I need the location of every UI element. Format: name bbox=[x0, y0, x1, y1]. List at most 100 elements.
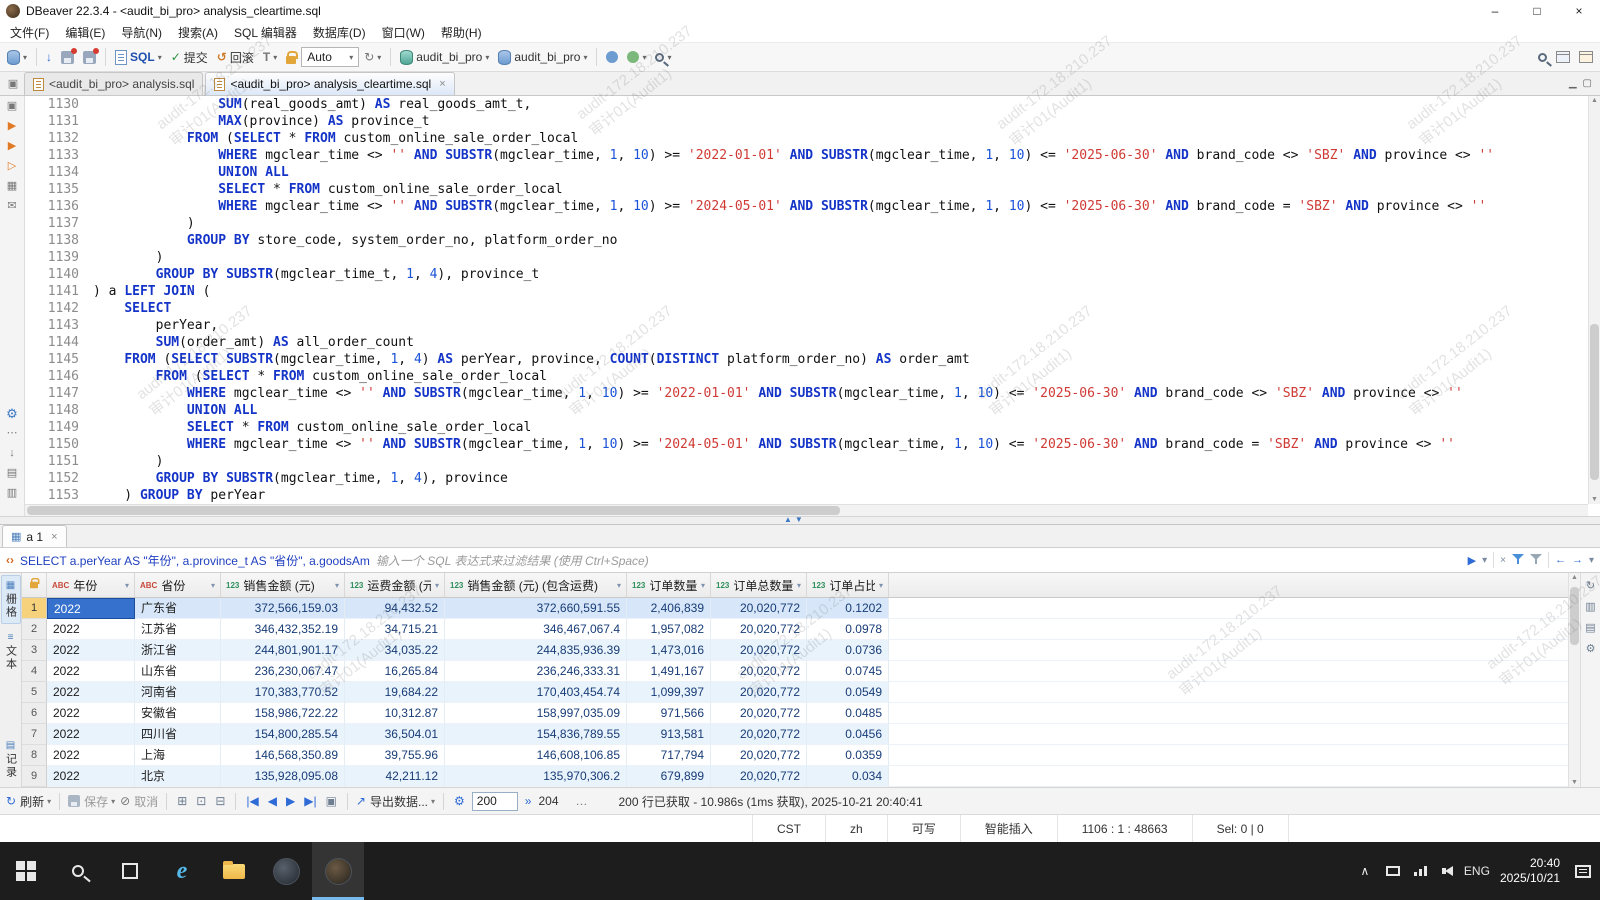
grid-cell[interactable]: 0.0745 bbox=[807, 661, 889, 682]
delete-row-icon[interactable]: ⊟ bbox=[213, 794, 227, 808]
taskbar-ie-button[interactable]: e bbox=[156, 842, 208, 900]
row-number-cell[interactable]: 1 bbox=[22, 598, 47, 619]
grid-header-cell[interactable]: 123运费金额 (元)▾ bbox=[345, 573, 445, 597]
start-button[interactable] bbox=[0, 842, 52, 900]
sql-editor[interactable]: 1130 SUM(real_goods_amt) AS real_goods_a… bbox=[25, 96, 1600, 516]
grid-cell[interactable]: 0.0549 bbox=[807, 682, 889, 703]
scroll-up-icon[interactable]: ▲ bbox=[1569, 574, 1580, 581]
code-line[interactable]: 1141) a LEFT JOIN ( bbox=[25, 283, 1588, 300]
results-side-tab[interactable]: ▦栅格 bbox=[1, 575, 21, 624]
code-line[interactable]: 1152 GROUP BY SUBSTR(mgclear_time, 1, 4)… bbox=[25, 470, 1588, 487]
save-button[interactable] bbox=[57, 49, 78, 66]
grid-cell[interactable]: 20,020,772 bbox=[711, 745, 807, 766]
mail-export-icon[interactable]: ✉ bbox=[7, 200, 16, 213]
language-indicator[interactable]: ENG bbox=[1464, 864, 1490, 878]
grid-cell[interactable]: 244,801,901.17 bbox=[221, 640, 345, 661]
code-line[interactable]: 1137 ) bbox=[25, 215, 1588, 232]
grid-cell[interactable]: 36,504.01 bbox=[345, 724, 445, 745]
open-perspective-button[interactable] bbox=[1552, 49, 1574, 65]
grid-header-cell[interactable]: 123订单数量▾ bbox=[627, 573, 711, 597]
row-number-cell[interactable]: 2 bbox=[22, 619, 47, 640]
grid-cell[interactable]: 江苏省 bbox=[135, 619, 221, 640]
grid-cell[interactable]: 山东省 bbox=[135, 661, 221, 682]
clear-filter-icon[interactable]: × bbox=[1500, 555, 1506, 566]
execute-statement-icon[interactable]: ▶ bbox=[8, 120, 16, 133]
save-caret-icon[interactable]: ▾ bbox=[111, 797, 115, 806]
grid-cell[interactable]: 170,403,454.74 bbox=[445, 682, 627, 703]
filter-funnel-button[interactable] bbox=[1512, 553, 1524, 568]
grid-cell[interactable]: 146,608,106.85 bbox=[445, 745, 627, 766]
execute-script-icon[interactable]: ▶ bbox=[8, 140, 16, 153]
tray-monitor-icon[interactable] bbox=[1380, 866, 1406, 876]
grid-toggle-icon[interactable]: ▦ bbox=[7, 180, 17, 193]
filter-input[interactable]: 输入一个 SQL 表达式来过滤结果 (使用 Ctrl+Space) bbox=[376, 552, 1462, 569]
export-caret-icon[interactable]: ▾ bbox=[431, 797, 435, 806]
apply-filter-button[interactable]: ▶ bbox=[1468, 554, 1476, 567]
fetch-size-input[interactable] bbox=[472, 792, 518, 811]
transaction-combo[interactable]: Auto▾ bbox=[301, 47, 359, 67]
menu-item[interactable]: 导航(N) bbox=[113, 24, 170, 41]
minimize-view-icon[interactable]: ▁ bbox=[1569, 78, 1577, 89]
panel-settings-icon[interactable]: ⚙ bbox=[1586, 642, 1596, 655]
save-result-button[interactable]: 保存 bbox=[68, 793, 108, 810]
fetch-commit-mode-button[interactable]: ↓ bbox=[42, 48, 56, 66]
code-line[interactable]: 1148 UNION ALL bbox=[25, 402, 1588, 419]
explain-plan-icon[interactable]: ▷ bbox=[8, 160, 16, 173]
rollback-button[interactable]: ↺回滚 bbox=[213, 47, 258, 68]
editor-tab-analysis-cleartime[interactable]: <audit_bi_pro> analysis_cleartime.sql × bbox=[205, 72, 454, 95]
grid-cell[interactable]: 北京 bbox=[135, 766, 221, 787]
grid-cell[interactable]: 158,986,722.22 bbox=[221, 703, 345, 724]
row-number-cell[interactable]: 3 bbox=[22, 640, 47, 661]
editor-vscrollbar[interactable]: ▲ ▼ bbox=[1588, 96, 1600, 504]
grid-cell[interactable]: 346,432,352.19 bbox=[221, 619, 345, 640]
row-number-cell[interactable]: 4 bbox=[22, 661, 47, 682]
grid-cell[interactable]: 0.034 bbox=[807, 766, 889, 787]
maximize-button[interactable]: □ bbox=[1516, 0, 1558, 22]
column-filter-caret-icon[interactable]: ▾ bbox=[335, 581, 339, 590]
grid-cell[interactable]: 2022 bbox=[47, 745, 135, 766]
grid-header-cell[interactable]: 123订单占比▾ bbox=[807, 573, 889, 597]
grid-cell[interactable]: 2022 bbox=[47, 640, 135, 661]
code-line[interactable]: 1147 WHERE mgclear_time <> '' AND SUBSTR… bbox=[25, 385, 1588, 402]
menu-item[interactable]: 数据库(D) bbox=[305, 24, 374, 41]
grid-cell[interactable]: 2022 bbox=[47, 724, 135, 745]
grid-cell[interactable]: 20,020,772 bbox=[711, 619, 807, 640]
tray-chevron-icon[interactable]: ∧ bbox=[1352, 864, 1378, 878]
grid-cell[interactable]: 154,800,285.54 bbox=[221, 724, 345, 745]
more-options-icon[interactable]: ⋯ bbox=[7, 427, 18, 440]
menu-item[interactable]: 帮助(H) bbox=[433, 24, 490, 41]
grid-cell[interactable]: 四川省 bbox=[135, 724, 221, 745]
nav-caret-icon[interactable]: ▾ bbox=[1589, 555, 1594, 566]
grid-cell[interactable]: 170,383,770.52 bbox=[221, 682, 345, 703]
grid-cell[interactable]: 244,835,936.39 bbox=[445, 640, 627, 661]
refresh-mode-button[interactable]: ↻▾ bbox=[360, 48, 385, 66]
transaction-mode-button[interactable]: T▾ bbox=[259, 48, 281, 66]
grid-cell[interactable]: 1,099,397 bbox=[627, 682, 711, 703]
row-number-cell[interactable]: 8 bbox=[22, 745, 47, 766]
column-filter-caret-icon[interactable]: ▾ bbox=[797, 581, 801, 590]
grid-cell[interactable]: 2022 bbox=[47, 703, 135, 724]
grid-cell[interactable]: 346,467,067.4 bbox=[445, 619, 627, 640]
first-page-icon[interactable]: |◀ bbox=[244, 794, 260, 808]
grid-cell[interactable]: 安徽省 bbox=[135, 703, 221, 724]
grid-cell[interactable]: 上海 bbox=[135, 745, 221, 766]
duplicate-row-icon[interactable]: ⊡ bbox=[194, 794, 208, 808]
grid-corner-cell[interactable] bbox=[22, 573, 47, 597]
add-row-icon[interactable]: ⊞ bbox=[175, 794, 189, 808]
grid-cell[interactable]: 1,491,167 bbox=[627, 661, 711, 682]
grid-cell[interactable]: 广东省 bbox=[135, 598, 221, 619]
grid-settings-gear-icon[interactable]: ⚙ bbox=[452, 794, 467, 808]
grid-cell[interactable]: 10,312.87 bbox=[345, 703, 445, 724]
grid-cell[interactable]: 1,957,082 bbox=[627, 619, 711, 640]
grid-cell[interactable]: 372,660,591.55 bbox=[445, 598, 627, 619]
task-view-button[interactable] bbox=[104, 842, 156, 900]
code-line[interactable]: 1134 UNION ALL bbox=[25, 164, 1588, 181]
grid-cell[interactable]: 39,755.96 bbox=[345, 745, 445, 766]
grid-cell[interactable]: 34,035.22 bbox=[345, 640, 445, 661]
code-line[interactable]: 1153 ) GROUP BY perYear bbox=[25, 487, 1588, 504]
grid-vscrollbar[interactable]: ▲ ▼ bbox=[1568, 573, 1580, 787]
column-filter-caret-icon[interactable]: ▾ bbox=[879, 581, 883, 590]
grid-cell[interactable]: 2022 bbox=[47, 682, 135, 703]
grid-cell[interactable]: 20,020,772 bbox=[711, 703, 807, 724]
sql-perspective-button[interactable] bbox=[1575, 49, 1597, 65]
